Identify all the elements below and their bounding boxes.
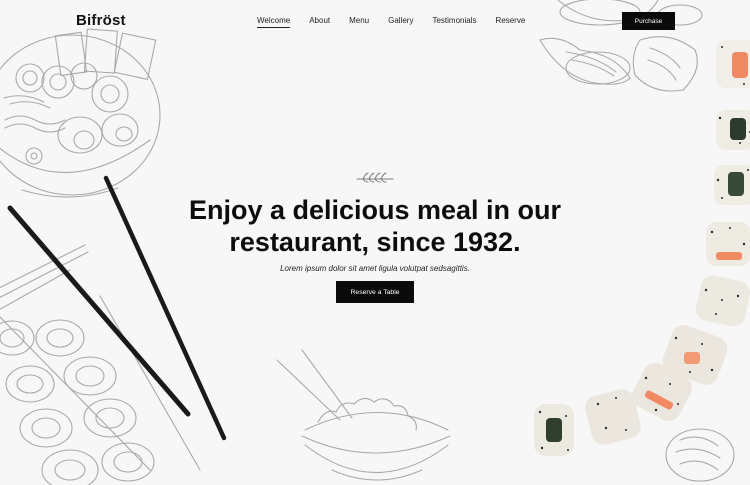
reserve-table-button[interactable]: Reserve a Table xyxy=(336,281,414,303)
ramen-bowl-sketch xyxy=(0,28,161,198)
nav-gallery[interactable]: Gallery xyxy=(388,16,413,28)
leaf-sprig-icon xyxy=(356,172,394,183)
rice-bowl-sketch xyxy=(276,349,451,481)
hero-section: Enjoy a delicious meal in our restaurant… xyxy=(150,170,600,303)
shrimp-sushi-sketch xyxy=(539,0,703,92)
nav-reserve[interactable]: Reserve xyxy=(495,16,525,28)
hero-title-line1: Enjoy a delicious meal in our xyxy=(188,195,562,225)
purchase-button[interactable]: Purchase xyxy=(622,12,675,30)
main-nav: Welcome About Menu Gallery Testimonials … xyxy=(257,16,544,28)
hero-title: Enjoy a delicious meal in our restaurant… xyxy=(150,194,600,258)
grey-chopsticks-sketch xyxy=(0,244,89,310)
hero-subtitle: Lorem ipsum dolor sit amet ligula volutp… xyxy=(280,264,470,273)
nav-testimonials[interactable]: Testimonials xyxy=(432,16,476,28)
nav-welcome[interactable]: Welcome xyxy=(257,16,291,28)
nav-menu[interactable]: Menu xyxy=(349,16,369,28)
hero-title-line2: restaurant, since 1932. xyxy=(229,227,521,257)
site-logo[interactable]: Bifröst xyxy=(76,12,126,29)
sushi-roll-sketch-bottom-right xyxy=(665,428,735,482)
nav-about[interactable]: About xyxy=(309,16,330,28)
